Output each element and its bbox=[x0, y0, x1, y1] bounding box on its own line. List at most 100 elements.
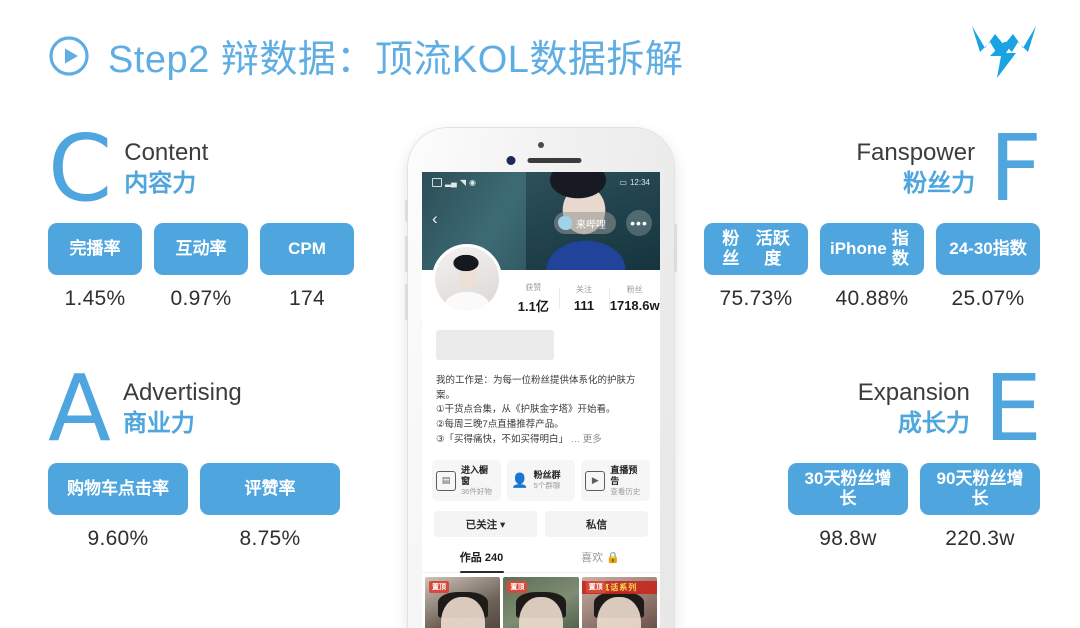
phone-volume-down-button bbox=[405, 284, 408, 320]
chevron-left-icon[interactable]: ‹ bbox=[432, 210, 438, 227]
block-fanspower-letter: F bbox=[989, 115, 1042, 222]
metric-pingzanlv: 评赞率 8.75% bbox=[200, 463, 340, 551]
action-shop-window-sub: 36件好物 bbox=[461, 487, 492, 497]
block-expansion: Expansion 成长力 E 30天粉丝增长 98.8w 90天粉丝增长 22… bbox=[788, 355, 1042, 551]
action-shop-window[interactable]: ▤ 进入橱窗 36件好物 bbox=[432, 459, 501, 502]
page-title: Step2 辩数据：顶流KOL数据拆解 bbox=[108, 39, 684, 81]
metric-value-iphone-index: 40.88% bbox=[835, 287, 909, 311]
block-expansion-letter: E bbox=[983, 355, 1042, 462]
live-preview-icon: ▶ bbox=[585, 470, 606, 491]
metric-label-90d-growth[interactable]: 90天粉丝增长 bbox=[920, 463, 1040, 516]
cover-tag-label: 来哔哩 bbox=[576, 219, 606, 231]
metric-label-cpm[interactable]: CPM bbox=[260, 223, 354, 276]
status-bar: ▂▄ ◥ ◉ ▭ 12:34 bbox=[422, 178, 660, 187]
block-advertising: A Advertising 商业力 购物车点击率 9.60% 评赞率 8.75% bbox=[48, 355, 340, 551]
stat-likes: 获赞 1.1亿 bbox=[508, 282, 559, 315]
signal-icon: ▂▄ bbox=[445, 178, 457, 187]
phone-power-button bbox=[674, 224, 677, 272]
metric-label-wanbolv[interactable]: 完播率 bbox=[48, 223, 142, 276]
video-cell-3[interactable]: 真话系列 置顶 底妆打不好的原因 ♡ 105.6w bbox=[581, 577, 657, 628]
block-advertising-letter: A bbox=[48, 355, 111, 462]
phone-mute-switch bbox=[405, 200, 408, 222]
action-fans-group[interactable]: 👤 粉丝群 5个群聊 bbox=[506, 459, 576, 502]
bio-line-1: 我的工作是：为每一位粉丝提供体系化的护肤方案。 bbox=[436, 375, 636, 401]
block-fanspower: Fanspower 粉丝力 F 粉丝 活跃度 75.73% iPhone 指数 40… bbox=[704, 115, 1042, 311]
message-button[interactable]: 私信 bbox=[545, 511, 648, 538]
mode-icon: ◉ bbox=[468, 178, 476, 187]
profile-action-row: ▤ 进入橱窗 36件好物 👤 粉丝群 5个群聊 ▶ 直播预告 查看历史 bbox=[432, 459, 651, 502]
metric-label-hudonglv[interactable]: 互动率 bbox=[154, 223, 248, 276]
block-fanspower-en: Fanspower bbox=[856, 139, 976, 167]
block-content: C Content 内容力 完播率 1.45% 互动率 0.97% CPM 17… bbox=[48, 115, 354, 311]
status-bar-left: ▂▄ ◥ ◉ bbox=[432, 178, 476, 187]
metric-label-cart-ctr[interactable]: 购物车点击率 bbox=[48, 463, 188, 516]
stat-following: 关注 111 bbox=[558, 284, 610, 313]
bio-more-link[interactable]: … 更多 bbox=[571, 434, 602, 445]
block-fanspower-heading: Fanspower 粉丝力 F bbox=[704, 115, 1042, 222]
metric-value-30d-growth: 98.8w bbox=[819, 527, 877, 551]
pin-badge-2: 置顶 bbox=[507, 581, 528, 594]
slide-header: Step2 辩数据：顶流KOL数据拆解 bbox=[48, 28, 683, 83]
phone-camera-icon bbox=[538, 142, 544, 148]
metric-30d-growth: 30天粉丝增长 98.8w bbox=[788, 463, 908, 551]
following-button[interactable]: 已关注 ▾ bbox=[434, 511, 537, 538]
video-grid: 置顶 黑头全搞定 ♡ 210.0w 置顶 博主嘴替白嫖 ♡ 212.6w bbox=[422, 573, 660, 628]
stat-likes-label: 获赞 bbox=[525, 282, 542, 292]
brand-w-lightning-logo bbox=[968, 22, 1040, 82]
play-circle-icon bbox=[48, 35, 90, 77]
action-fans-group-title: 粉丝群 bbox=[533, 470, 561, 481]
tab-likes[interactable]: 喜欢 🔒 bbox=[541, 549, 660, 572]
block-expansion-cn: 成长力 bbox=[897, 410, 970, 438]
action-live-preview-title: 直播预告 bbox=[610, 464, 638, 486]
pin-badge-1: 置顶 bbox=[429, 581, 449, 594]
block-advertising-cn: 商业力 bbox=[122, 410, 195, 438]
status-bar-right: ▭ 12:34 bbox=[619, 178, 650, 187]
profile-tabs: 作品 240 喜欢 🔒 bbox=[422, 549, 660, 574]
nickname-placeholder bbox=[436, 330, 554, 360]
phone-front-sensor bbox=[506, 156, 516, 165]
metric-iphone-index: iPhone 指数 40.88% bbox=[820, 223, 924, 311]
action-live-preview[interactable]: ▶ 直播预告 查看历史 bbox=[581, 459, 651, 502]
phone-mockup: ▂▄ ◥ ◉ ▭ 12:34 ‹ 来哔哩 ••• 获赞 1.1亿 关注 111 … bbox=[405, 128, 677, 628]
metric-value-age-index: 25.07% bbox=[951, 287, 1025, 311]
avatar[interactable] bbox=[432, 244, 502, 314]
block-content-en: Content bbox=[124, 139, 209, 167]
metric-value-pingzanlv: 8.75% bbox=[239, 527, 301, 551]
metric-label-30d-growth[interactable]: 30天粉丝增长 bbox=[788, 463, 908, 516]
block-advertising-en: Advertising bbox=[122, 379, 242, 407]
block-expansion-words: Expansion 成长力 bbox=[858, 378, 970, 439]
metric-hudonglv: 互动率 0.97% bbox=[154, 223, 248, 311]
cover-tag-badge[interactable]: 来哔哩 bbox=[554, 212, 616, 234]
stat-fans-label: 粉丝 bbox=[626, 284, 643, 294]
shop-window-icon: ▤ bbox=[436, 470, 456, 491]
tab-works[interactable]: 作品 240 bbox=[422, 549, 541, 572]
phone-speaker bbox=[506, 156, 582, 165]
video-cell-2[interactable]: 置顶 博主嘴替白嫖 ♡ 212.6w bbox=[503, 577, 579, 628]
block-advertising-metrics: 购物车点击率 9.60% 评赞率 8.75% bbox=[48, 463, 340, 551]
metric-cart-ctr: 购物车点击率 9.60% bbox=[48, 463, 188, 551]
metric-cpm: CPM 174 bbox=[260, 223, 354, 311]
block-expansion-en: Expansion bbox=[857, 379, 970, 407]
action-shop-window-text: 进入橱窗 36件好物 bbox=[461, 465, 497, 497]
action-fans-group-text: 粉丝群 5个群聊 bbox=[534, 470, 561, 491]
stat-likes-value: 1.1亿 bbox=[517, 298, 549, 314]
metric-label-pingzanlv[interactable]: 评赞率 bbox=[200, 463, 340, 516]
stat-fans: 粉丝 1718.6w bbox=[609, 284, 660, 313]
block-content-words: Content 内容力 bbox=[124, 138, 208, 199]
block-content-cn: 内容力 bbox=[124, 170, 197, 198]
metric-label-iphone-index[interactable]: iPhone 指数 bbox=[820, 223, 924, 276]
phone-volume-up-button bbox=[405, 236, 408, 272]
block-content-letter: C bbox=[48, 115, 112, 222]
bio-line-2: ①干货点合集，从《护肤金字塔》开始看。 bbox=[436, 404, 616, 416]
profile-stats-row: 获赞 1.1亿 关注 111 粉丝 1718.6w bbox=[422, 244, 660, 326]
metric-value-fans-activity: 75.73% bbox=[719, 287, 793, 311]
video-cell-1[interactable]: 置顶 黑头全搞定 ♡ 210.0w bbox=[425, 577, 501, 628]
block-content-metrics: 完播率 1.45% 互动率 0.97% CPM 174 bbox=[48, 223, 354, 311]
block-expansion-metrics: 30天粉丝增长 98.8w 90天粉丝增长 220.3w bbox=[788, 463, 1040, 551]
metric-label-fans-activity[interactable]: 粉丝 活跃度 bbox=[704, 223, 808, 276]
ellipsis-icon[interactable]: ••• bbox=[626, 210, 652, 236]
metric-fans-activity: 粉丝 活跃度 75.73% bbox=[704, 223, 808, 311]
block-advertising-heading: A Advertising 商业力 bbox=[48, 355, 340, 462]
stat-fans-value: 1718.6w bbox=[609, 297, 660, 313]
metric-label-age-index[interactable]: 24-30 指数 bbox=[936, 223, 1040, 276]
